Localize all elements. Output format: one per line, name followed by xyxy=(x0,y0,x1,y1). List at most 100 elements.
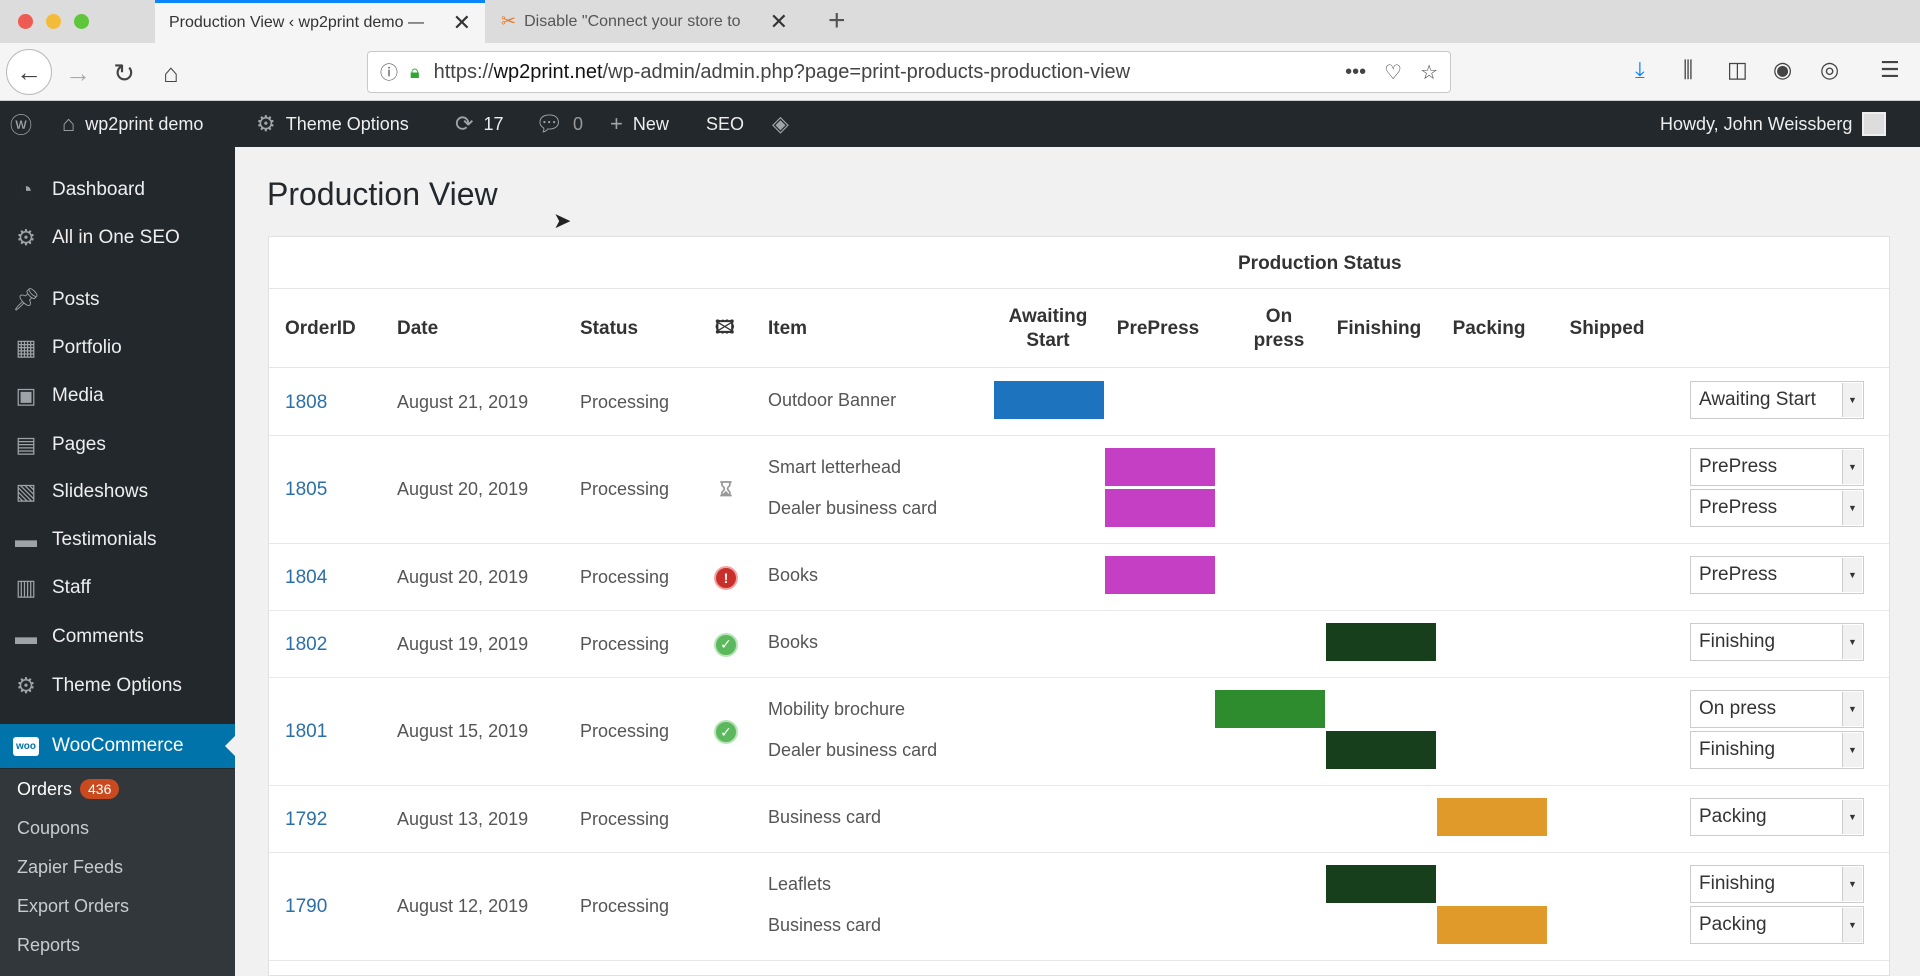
gear-icon: ⚙ xyxy=(16,225,36,250)
new-content-link[interactable]: + New xyxy=(610,101,669,147)
table-header-row: OrderID Date Status 🖾 Item Awaiting Star… xyxy=(269,289,1889,368)
order-id-link[interactable]: 1805 xyxy=(285,479,327,501)
browser-tab-active[interactable]: Production View ‹ wp2print demo — ✕ xyxy=(155,0,485,43)
chevron-down-icon[interactable]: ▼ xyxy=(1842,625,1862,659)
stage-select[interactable]: PrePress ▼ xyxy=(1690,448,1864,486)
menu-icon[interactable]: ☰ xyxy=(1880,57,1900,83)
updates-link[interactable]: ⟳ 17 xyxy=(455,101,503,147)
admin-sidebar: ◔ Dashboard ⚙ All in One SEO 📌︎ Posts ▦ Port… xyxy=(0,147,235,976)
pocket-icon[interactable]: ♡ xyxy=(1384,60,1402,85)
lock-icon: 🔒︎ xyxy=(410,61,420,82)
order-id-link[interactable]: 1802 xyxy=(285,634,327,656)
stage-select[interactable]: Awaiting Start ▼ xyxy=(1690,381,1864,419)
item-name: Books xyxy=(768,632,819,652)
reload-button[interactable]: ↻ xyxy=(106,55,142,91)
item-name: Dealer business card xyxy=(768,740,938,760)
order-id-link[interactable]: 1808 xyxy=(285,392,327,414)
chevron-down-icon[interactable]: ▼ xyxy=(1842,867,1862,901)
stage-bar xyxy=(1326,865,1436,903)
order-id-link[interactable]: 1801 xyxy=(285,721,327,743)
sidebar-item-posts[interactable]: 📌︎ Posts xyxy=(0,278,235,322)
wordpress-logo-icon[interactable]: ⓦ xyxy=(10,101,32,147)
address-bar[interactable]: ⓘ 🔒︎ https://wp2print.net/wp-admin/admin… xyxy=(367,51,1451,93)
submenu-item-export-orders[interactable]: Export Orders xyxy=(17,891,129,921)
item-name: Mobility brochure xyxy=(768,699,906,719)
url-text[interactable]: https://wp2print.net/wp-admin/admin.php?… xyxy=(434,61,1328,84)
submenu-item-orders[interactable]: Orders 436 xyxy=(17,774,120,804)
close-icon[interactable]: ✕ xyxy=(770,9,788,35)
chevron-down-icon[interactable]: ▼ xyxy=(1842,450,1862,484)
theme-options-link[interactable]: ⚙ Theme Options xyxy=(256,101,409,147)
stage-select[interactable]: PrePress ▼ xyxy=(1690,489,1864,527)
stage-select-value: Finishing xyxy=(1699,873,1776,894)
chevron-down-icon[interactable]: ▼ xyxy=(1842,733,1862,767)
back-button[interactable]: ← xyxy=(6,49,52,95)
sidebar-item-slideshows[interactable]: ▧ Slideshows xyxy=(0,470,235,514)
sidebar-item-media[interactable]: ▣ Media xyxy=(0,374,235,418)
extension-icon[interactable]: ◉ xyxy=(1773,57,1792,83)
gear-icon: ⚙ xyxy=(256,111,276,136)
sidebar-toggle-icon[interactable]: ◫ xyxy=(1727,57,1748,83)
order-id-link[interactable]: 1792 xyxy=(285,809,327,831)
stage-select[interactable]: Finishing ▼ xyxy=(1690,731,1864,769)
close-window-button[interactable] xyxy=(18,14,33,29)
production-status-title: Production Status xyxy=(1238,253,1402,274)
chevron-down-icon[interactable]: ▼ xyxy=(1842,383,1862,417)
site-name-link[interactable]: ⌂ wp2print demo xyxy=(62,101,203,147)
browser-tab[interactable]: ✂ Disable "Connect your store to ✕ xyxy=(487,0,802,43)
order-id-link[interactable]: 1804 xyxy=(285,567,327,589)
submenu-item-coupons[interactable]: Coupons xyxy=(17,813,89,843)
sidebar-item-testimonials[interactable]: ▬ Testimonials xyxy=(0,518,235,562)
order-date: August 20, 2019 xyxy=(397,479,529,499)
account-icon[interactable]: ◎ xyxy=(1820,57,1839,83)
submenu-item-reports[interactable]: Reports xyxy=(17,930,80,960)
bookmark-star-icon[interactable]: ☆ xyxy=(1420,60,1438,85)
order-id-link[interactable]: 1790 xyxy=(285,896,327,918)
comments-link[interactable]: 💬︎ 0 xyxy=(535,101,583,147)
stage-select-value: PrePress xyxy=(1699,456,1778,477)
home-button[interactable]: ⌂ xyxy=(153,55,189,91)
stage-select[interactable]: Packing ▼ xyxy=(1690,906,1864,944)
close-icon[interactable]: ✕ xyxy=(453,10,471,36)
stage-select[interactable]: Finishing ▼ xyxy=(1690,865,1864,903)
minimize-window-button[interactable] xyxy=(46,14,61,29)
stage-bar xyxy=(1105,556,1215,594)
hourglass-icon: ⌛︎ xyxy=(719,478,733,501)
stage-select[interactable]: On press ▼ xyxy=(1690,690,1864,728)
forward-button[interactable]: → xyxy=(60,55,96,91)
chevron-down-icon[interactable]: ▼ xyxy=(1842,800,1862,834)
new-tab-icon[interactable]: + xyxy=(828,4,846,38)
stage-select[interactable]: Finishing ▼ xyxy=(1690,623,1864,661)
more-actions-icon[interactable]: ••• xyxy=(1345,61,1366,84)
user-account-link[interactable]: Howdy, John Weissberg xyxy=(1660,101,1887,147)
seo-link[interactable]: SEO xyxy=(706,101,744,147)
image-icon: 🖾 xyxy=(715,317,735,337)
info-icon[interactable]: ⓘ xyxy=(380,59,398,85)
stage-bar xyxy=(1105,489,1215,527)
sidebar-item-portfolio[interactable]: ▦ Portfolio xyxy=(0,326,235,370)
chevron-down-icon[interactable]: ▼ xyxy=(1842,558,1862,592)
plus-icon: + xyxy=(610,111,623,136)
sidebar-item-woocommerce[interactable]: woo WooCommerce xyxy=(0,724,235,768)
chevron-down-icon[interactable]: ▼ xyxy=(1842,692,1862,726)
sidebar-item-all-in-one-seo[interactable]: ⚙ All in One SEO xyxy=(0,216,235,260)
chevron-down-icon[interactable]: ▼ xyxy=(1842,908,1862,942)
stage-select[interactable]: Packing ▼ xyxy=(1690,798,1864,836)
library-icon[interactable]: ⫼ xyxy=(1683,57,1693,83)
table-row: 1801 August 15, 2019 Processing ✓ Mobility b… xyxy=(269,678,1889,786)
stage-select[interactable]: PrePress ▼ xyxy=(1690,556,1864,594)
sidebar-item-theme-options[interactable]: ⚙ Theme Options xyxy=(0,664,235,708)
sidebar-item-dashboard[interactable]: ◔ Dashboard xyxy=(0,168,235,212)
diamond-icon[interactable]: ◈ xyxy=(772,101,789,147)
sidebar-item-staff[interactable]: ▥ Staff xyxy=(0,566,235,610)
maximize-window-button[interactable] xyxy=(74,14,89,29)
submenu-item-zapier-feeds[interactable]: Zapier Feeds xyxy=(17,852,123,882)
col-item: Item xyxy=(768,318,808,339)
item-name: Business card xyxy=(768,807,882,827)
chevron-down-icon[interactable]: ▼ xyxy=(1842,491,1862,525)
sidebar-item-pages[interactable]: ▤ Pages xyxy=(0,423,235,467)
stage-bar xyxy=(1437,906,1547,944)
sidebar-item-comments[interactable]: ▬ Comments xyxy=(0,615,235,659)
stage-select-value: Packing xyxy=(1699,914,1767,935)
downloads-icon[interactable]: ⤓ xyxy=(1635,57,1645,83)
